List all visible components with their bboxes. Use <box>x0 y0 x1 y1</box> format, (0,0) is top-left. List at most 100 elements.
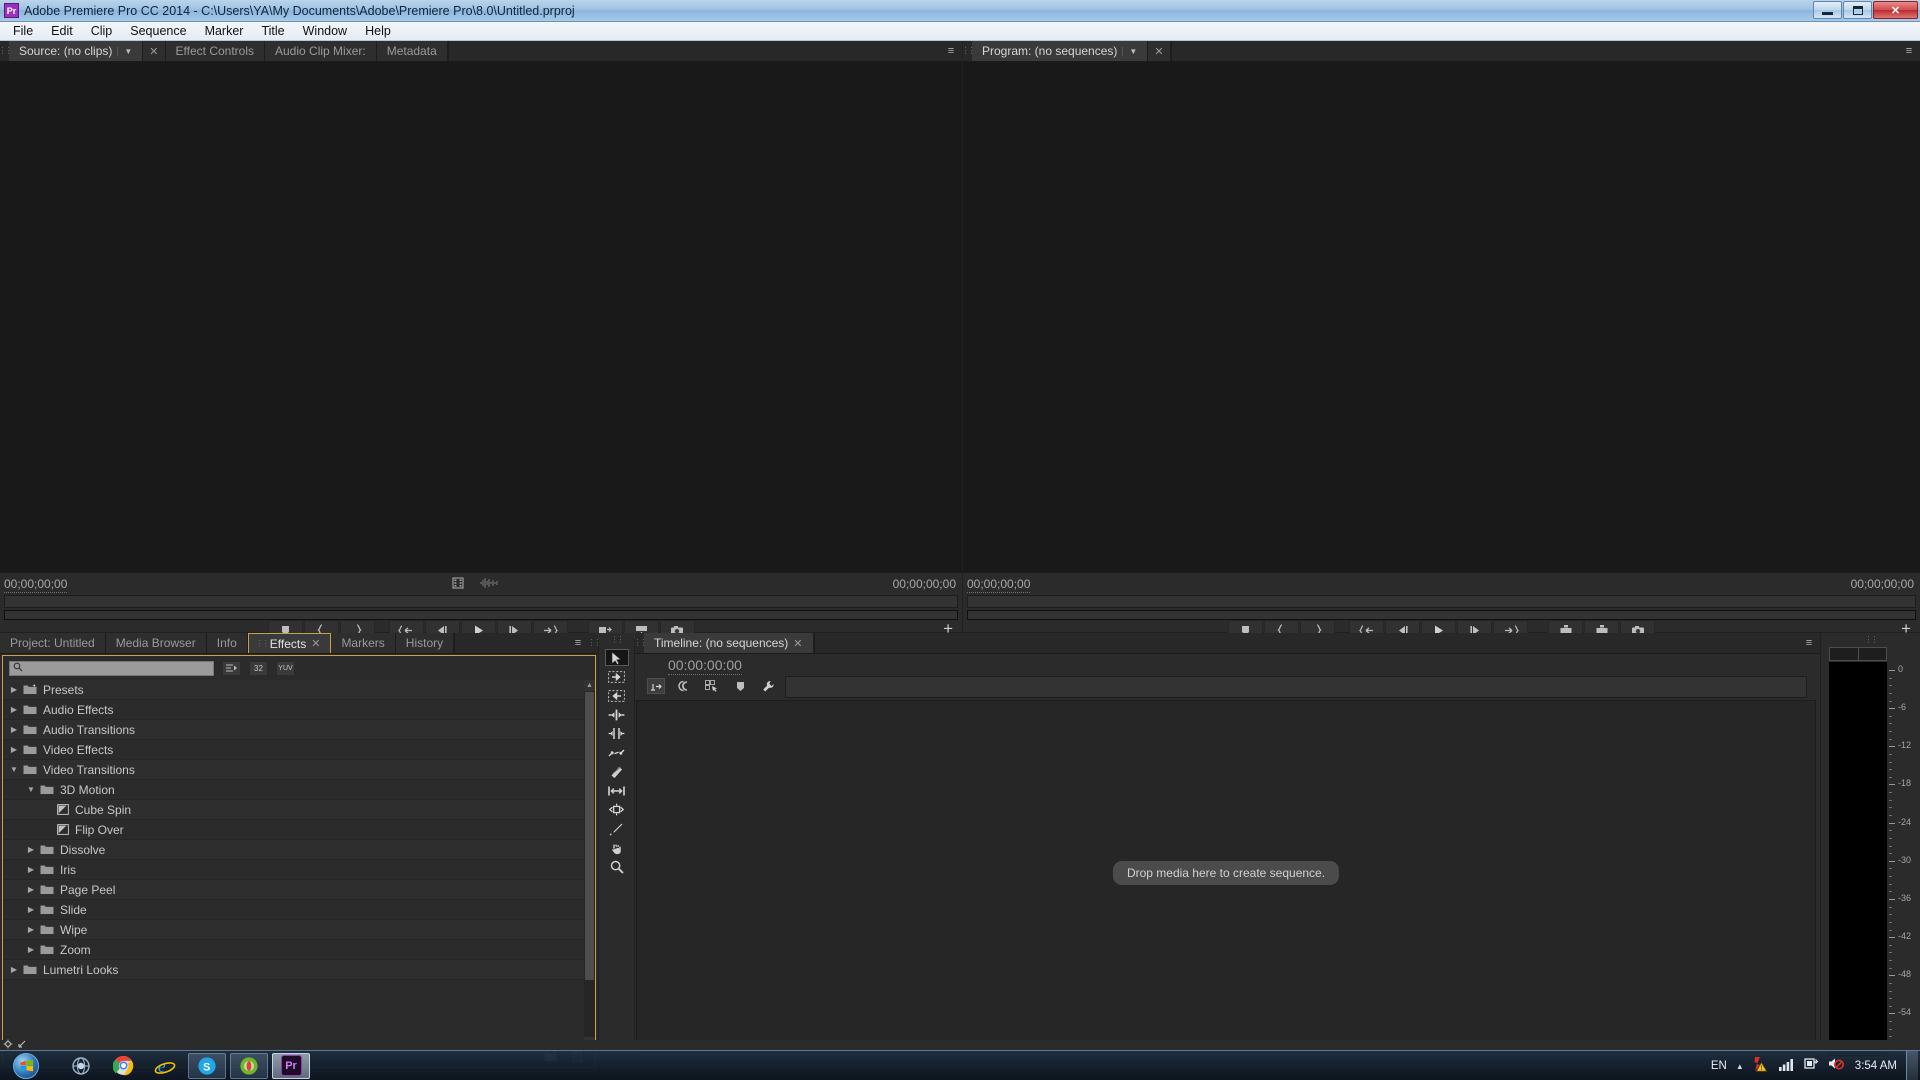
selection-tool[interactable] <box>604 649 629 666</box>
ripple-edit-tool[interactable] <box>605 706 629 723</box>
source-panel-menu-icon[interactable]: ≡ <box>940 41 962 61</box>
chevron-right-icon[interactable]: ▶ <box>24 925 38 934</box>
tray-kaspersky-warning-icon[interactable]: ! <box>1753 1056 1770 1077</box>
tab-source[interactable]: Source: (no clips) ▼ <box>9 41 144 61</box>
search-input-wrapper[interactable] <box>9 660 214 676</box>
effects-panel-menu-icon[interactable]: ≡ <box>567 633 589 653</box>
effects-tree[interactable]: ▶ Presets ▶ Audio Effects ▶ Audio Transitions… <box>3 680 595 1048</box>
tab-source-close-button[interactable]: ✕ <box>143 41 166 61</box>
chevron-right-icon[interactable]: ▶ <box>7 745 21 754</box>
effects-tree-item[interactable]: ▼ 3D Motion <box>3 780 584 800</box>
effects-tree-item[interactable]: ▶ Presets <box>3 680 584 700</box>
source-monitor-viewport[interactable] <box>0 62 962 573</box>
menu-sequence[interactable]: Sequence <box>121 23 195 39</box>
chevron-down-icon[interactable]: ▼ <box>24 785 38 794</box>
tab-timeline[interactable]: Timeline: (no sequences) ✕ <box>644 633 814 653</box>
restore-button[interactable] <box>1843 1 1872 19</box>
tab-program-close-button[interactable]: ✕ <box>1148 41 1171 61</box>
chevron-right-icon[interactable]: ▶ <box>7 965 21 974</box>
32-bit-color-filter-button[interactable]: 32 <box>249 660 268 676</box>
slip-tool[interactable] <box>605 782 629 799</box>
track-select-forward-tool[interactable] <box>605 668 629 685</box>
menu-help[interactable]: Help <box>356 23 400 39</box>
taskbar-skype-icon[interactable]: S <box>188 1052 226 1079</box>
tray-language-indicator[interactable]: EN <box>1711 1060 1727 1072</box>
chevron-right-icon[interactable]: ▶ <box>24 945 38 954</box>
effects-tree-item[interactable]: ▶ Dissolve <box>3 840 584 860</box>
taskbar-opera-icon[interactable] <box>230 1052 268 1079</box>
minimize-button[interactable] <box>1813 1 1842 19</box>
program-zoom-bar[interactable] <box>967 610 1916 620</box>
tray-network-signal-icon[interactable] <box>1778 1057 1795 1076</box>
menu-marker[interactable]: Marker <box>196 23 253 39</box>
panel-grip-icon[interactable] <box>589 633 598 653</box>
effects-tree-item[interactable]: ▼ Video Transitions <box>3 760 584 780</box>
slide-tool[interactable] <box>605 801 629 818</box>
effects-tree-item[interactable]: ▶ Lumetri Looks <box>3 960 584 980</box>
razor-tool[interactable] <box>605 763 629 780</box>
source-timecode-current[interactable]: 00;00;00;00 <box>4 577 68 593</box>
start-button[interactable] <box>2 1052 50 1080</box>
taskbar-google-chrome-icon[interactable] <box>104 1053 142 1079</box>
taskbar-premiere-pro-icon[interactable]: Pr <box>272 1052 310 1079</box>
effects-tree-item[interactable]: ▶ Wipe <box>3 920 584 940</box>
yuv-color-filter-button[interactable]: YUV <box>276 660 295 676</box>
audio-meter-channels[interactable] <box>1829 662 1887 1057</box>
chevron-right-icon[interactable]: ▶ <box>7 725 21 734</box>
program-panel-menu-icon[interactable]: ≡ <box>1898 41 1920 61</box>
chevron-right-icon[interactable]: ▶ <box>24 905 38 914</box>
tab-effect-controls[interactable]: Effect Controls <box>165 41 265 61</box>
program-monitor-viewport[interactable] <box>963 62 1920 573</box>
effects-tree-item[interactable]: ▶ Video Effects <box>3 740 584 760</box>
effects-scroll-thumb[interactable] <box>585 692 594 980</box>
chevron-down-icon[interactable]: ▼ <box>1122 46 1137 56</box>
chevron-right-icon[interactable]: ▶ <box>24 845 38 854</box>
effects-tree-item[interactable]: ▶ Audio Transitions <box>3 720 584 740</box>
timeline-timecode[interactable]: 00:00:00:00 <box>668 657 742 675</box>
effects-tree-item[interactable]: ▶ Page Peel <box>3 880 584 900</box>
film-strip-icon[interactable] <box>452 576 464 594</box>
tray-chevron-up-icon[interactable]: ▲ <box>1736 1062 1744 1071</box>
effects-tree-item[interactable]: ▶ Iris <box>3 860 584 880</box>
effects-tree-item[interactable]: ▶ Audio Effects <box>3 700 584 720</box>
audio-waveform-icon[interactable] <box>480 576 500 594</box>
tab-effects-close-button[interactable]: ✕ <box>311 637 320 650</box>
tab-info[interactable]: Info <box>206 633 248 653</box>
tab-project-untitled[interactable]: Project: Untitled <box>0 633 106 653</box>
tray-clock[interactable]: 3:54 AM <box>1855 1060 1897 1072</box>
tab-metadata[interactable]: Metadata <box>376 41 448 61</box>
timeline-settings-button[interactable] <box>759 678 777 694</box>
tab-media-browser[interactable]: Media Browser <box>105 633 207 653</box>
audio-meters-grip-icon[interactable] <box>1821 633 1920 646</box>
track-select-backward-tool[interactable] <box>605 687 629 704</box>
zoom-tool[interactable] <box>605 858 629 875</box>
source-timecode-duration[interactable]: 00;00;00;00 <box>893 577 956 591</box>
program-scrub-bar[interactable] <box>967 595 1916 608</box>
rate-stretch-tool[interactable] <box>605 744 629 761</box>
chevron-right-icon[interactable]: ▶ <box>24 885 38 894</box>
timeline-panel-menu-icon[interactable]: ≡ <box>1798 633 1820 653</box>
tab-timeline-close-button[interactable]: ✕ <box>793 637 802 650</box>
menu-title[interactable]: Title <box>252 23 293 39</box>
rolling-edit-tool[interactable] <box>605 725 629 742</box>
accelerated-effects-filter-button[interactable] <box>222 660 241 676</box>
effects-tree-item[interactable]: Flip Over <box>3 820 584 840</box>
effects-tree-item[interactable]: ▶ Slide <box>3 900 584 920</box>
audio-meters-solo-row[interactable] <box>1829 647 1887 661</box>
tray-power-plug-icon[interactable] <box>1804 1056 1819 1076</box>
program-timecode-duration[interactable]: 00;00;00;00 <box>1851 577 1914 591</box>
chevron-right-icon[interactable]: ▶ <box>7 685 21 694</box>
panel-grip-icon[interactable] <box>0 41 9 61</box>
linked-selection-button[interactable] <box>675 678 693 694</box>
menu-edit[interactable]: Edit <box>42 23 82 39</box>
menu-clip[interactable]: Clip <box>82 23 122 39</box>
hand-tool[interactable] <box>605 839 629 856</box>
marker-display-button[interactable] <box>703 678 721 694</box>
chevron-right-icon[interactable]: ▶ <box>24 865 38 874</box>
pen-tool[interactable] <box>605 820 629 837</box>
panel-grip-icon[interactable] <box>963 41 972 61</box>
panel-grip-icon[interactable] <box>635 633 644 653</box>
tab-program[interactable]: Program: (no sequences) ▼ <box>972 41 1149 61</box>
tray-volume-muted-icon[interactable] <box>1828 1056 1844 1076</box>
timeline-drop-area[interactable]: Drop media here to create sequence. <box>636 700 1816 1045</box>
